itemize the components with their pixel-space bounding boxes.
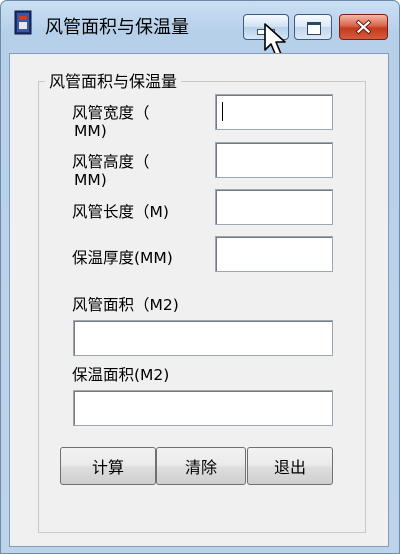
duct-area-label: 风管面积（M2) (72, 296, 179, 314)
insulation-thickness-label: 保温厚度(MM) (72, 249, 173, 267)
maximize-icon (307, 22, 321, 35)
duct-length-input[interactable] (215, 189, 333, 225)
clear-button[interactable]: 清除 (156, 447, 246, 485)
duct-area-output[interactable] (73, 320, 333, 356)
duct-width-unit-label: MM) (74, 122, 107, 140)
dialog-client-area: 风管面积与保温量 风管宽度（ MM) 风管高度（ MM) 风管长度（M) 保温厚… (9, 53, 389, 547)
text-caret (222, 102, 223, 121)
duct-length-label: 风管长度（M) (72, 203, 169, 221)
insulation-area-label: 保温面积(M2) (72, 366, 170, 384)
duct-width-input[interactable] (215, 94, 333, 130)
app-book-icon (14, 10, 32, 35)
duct-width-label: 风管宽度（ (72, 104, 150, 122)
title-bar[interactable]: 风管面积与保温量 (1, 1, 399, 57)
duct-height-unit-label: MM) (74, 171, 107, 189)
window-title: 风管面积与保温量 (45, 17, 189, 38)
duct-height-input[interactable] (215, 142, 333, 178)
duct-height-label: 风管高度（ (72, 153, 150, 171)
close-icon (355, 19, 372, 35)
groupbox-title: 风管面积与保温量 (45, 68, 182, 92)
close-button[interactable] (339, 14, 388, 40)
maximize-button[interactable] (294, 14, 332, 40)
app-window: 风管面积与保温量 风管面积与保温量 风管宽度（ MM) 风管高度（ MM) 风管… (0, 0, 400, 554)
exit-button[interactable]: 退出 (247, 447, 333, 485)
calculate-button[interactable]: 计算 (60, 447, 156, 485)
insulation-area-output[interactable] (73, 390, 333, 426)
insulation-thickness-input[interactable] (215, 236, 333, 272)
